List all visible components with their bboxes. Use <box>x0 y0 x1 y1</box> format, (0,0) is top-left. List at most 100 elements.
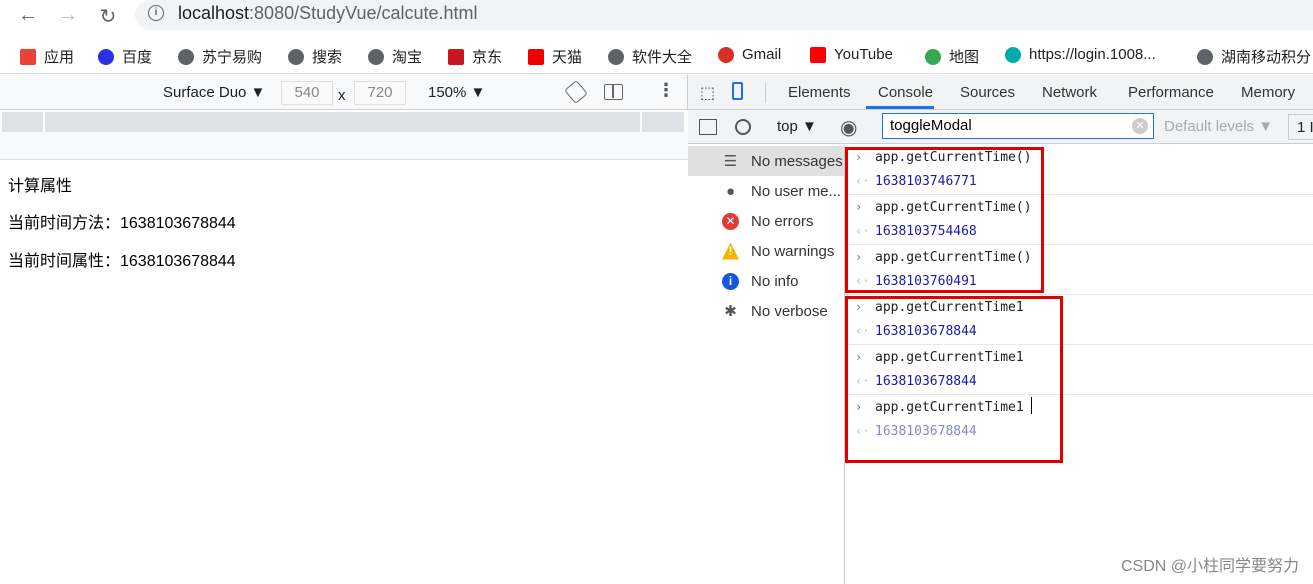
sidebar-item-no-errors[interactable]: ✕ No errors <box>688 206 844 236</box>
console-sidebar: ☰ No messages ● No user me... ✕ No errors! No … <box>688 145 845 584</box>
info-icon[interactable]: i <box>148 5 164 21</box>
viewport-ruler <box>0 132 688 160</box>
back-icon[interactable]: ← <box>16 4 40 27</box>
device-select[interactable]: Surface Duo ▼ <box>163 84 265 101</box>
highlight-box-method <box>845 147 1044 293</box>
bookmark-item[interactable]: 淘宝 <box>368 46 422 67</box>
tab-memory[interactable]: Memory <box>1241 84 1295 101</box>
bookmark-label: 地图 <box>949 49 980 66</box>
bookmark-item[interactable]: 地图 <box>925 46 979 67</box>
highlight-box-property <box>845 296 1063 463</box>
globe-icon <box>608 48 624 65</box>
globe-icon <box>178 48 194 65</box>
gmail-icon <box>718 46 734 63</box>
tmall-icon <box>528 48 544 65</box>
clear-filter-icon[interactable]: ✕ <box>1132 118 1148 134</box>
inspect-icon[interactable]: ⬚ <box>700 83 715 103</box>
bookmark-item[interactable]: https://login.1008... <box>1005 46 1156 63</box>
bookmark-item[interactable]: 应用 <box>20 46 74 67</box>
eye-icon[interactable]: ◉ <box>840 115 857 140</box>
bookmark-label: YouTube <box>834 46 893 63</box>
width-input[interactable]: 540 <box>281 81 333 105</box>
issues-button[interactable]: 1 I <box>1288 114 1313 140</box>
url-text[interactable]: localhost:8080/StudyVue/calcute.html <box>178 3 478 24</box>
context-select[interactable]: top ▼ <box>777 118 817 135</box>
zoom-select[interactable]: 150% ▼ <box>428 84 485 101</box>
sidebar-item-no-user-me-[interactable]: ● No user me... <box>688 176 844 206</box>
bookmark-label: 百度 <box>122 49 153 66</box>
list-icon: ☰ <box>723 152 738 170</box>
clear-console-icon[interactable] <box>735 119 751 135</box>
bookmark-item[interactable]: 百度 <box>98 46 152 67</box>
bookmark-label: 淘宝 <box>392 49 423 66</box>
dimension-separator: x <box>338 87 346 104</box>
sidebar-item-no-warnings[interactable]: ! No warnings <box>688 236 844 266</box>
active-tab-indicator <box>866 106 934 109</box>
globe-icon <box>1197 48 1213 65</box>
sidebar-item-no-info[interactable]: i No info <box>688 266 844 296</box>
sidebar-item-label: No warnings <box>751 242 835 260</box>
sidebar-item-label: No errors <box>751 212 814 230</box>
row-separator <box>845 294 1313 295</box>
reload-icon[interactable]: ↻ <box>96 4 120 29</box>
bookmark-item[interactable]: 天猫 <box>528 46 582 67</box>
devtools-tabs: ⬚ Elements Console Sources Network Performan… <box>688 75 1313 110</box>
bookmark-label: 软件大全 <box>632 49 693 66</box>
page-heading: 计算属性 <box>8 178 73 195</box>
globe-icon <box>288 48 304 65</box>
youtube-icon <box>810 46 826 63</box>
bookmark-item[interactable]: YouTube <box>810 46 893 63</box>
bookmark-item[interactable]: Gmail <box>718 46 781 63</box>
console-filter-input[interactable]: toggleModal <box>882 113 1154 139</box>
more-options-icon[interactable]: ⋮ <box>657 80 675 101</box>
sidebar-item-no-verbose[interactable]: ✱ No verbose <box>688 296 844 326</box>
user-icon: ● <box>725 182 736 200</box>
forward-icon[interactable]: → <box>56 4 80 27</box>
warning-icon: ! <box>722 242 739 260</box>
browser-toolbar: ← → ↻ i localhost:8080/StudyVue/calcute.… <box>0 0 1313 36</box>
jd-icon <box>448 48 464 65</box>
bookmark-item[interactable]: 京东 <box>448 46 502 67</box>
bookmark-item[interactable]: 软件大全 <box>608 46 692 67</box>
maps-icon <box>925 48 941 65</box>
tab-console[interactable]: Console <box>878 84 933 101</box>
baidu-icon <box>98 48 114 65</box>
rotate-icon[interactable] <box>564 79 588 105</box>
tab-elements[interactable]: Elements <box>788 84 851 101</box>
bookmark-label: 苏宁易购 <box>202 49 263 66</box>
bookmark-label: https://login.1008... <box>1029 46 1156 63</box>
device-mode-icon[interactable] <box>732 82 743 100</box>
sidebar-toggle-icon[interactable] <box>699 119 717 135</box>
globe-icon <box>1005 46 1021 63</box>
property-time: 当前时间属性：1638103678844 <box>8 253 236 270</box>
apps-icon <box>20 48 36 65</box>
bookmarks-bar: 应用 百度 苏宁易购 搜索 淘宝 京东 天猫 软件大全 Gmail YouTube 地图 https:… <box>0 38 1313 74</box>
url-host: localhost <box>178 3 250 23</box>
info-icon: i <box>722 272 739 290</box>
bookmark-item[interactable]: 苏宁易购 <box>178 46 262 67</box>
bookmark-item[interactable]: 湖南移动积分 <box>1197 46 1311 67</box>
media-query-bar[interactable] <box>2 112 684 132</box>
bookmark-item[interactable]: 搜索 <box>288 46 342 67</box>
method-time: 当前时间方法：1638103678844 <box>8 215 236 232</box>
dual-screen-icon[interactable] <box>604 84 623 100</box>
page-viewport: 计算属性 当前时间方法：1638103678844 当前时间属性：1638103… <box>0 160 688 584</box>
sidebar-item-label: No info <box>751 272 799 290</box>
bookmark-label: 应用 <box>44 49 75 66</box>
tab-network[interactable]: Network <box>1042 84 1097 101</box>
watermark: CSDN @小柱同学要努力 <box>1120 558 1299 575</box>
bug-icon: ✱ <box>724 302 737 320</box>
device-toolbar: Surface Duo ▼ 540 x 720 150% ▼ ⋮ <box>0 75 688 110</box>
tab-sources[interactable]: Sources <box>960 84 1015 101</box>
sidebar-item-no-messages[interactable]: ☰ No messages <box>688 146 844 176</box>
bookmark-label: 天猫 <box>552 49 583 66</box>
error-icon: ✕ <box>722 212 739 230</box>
text-cursor <box>1031 397 1032 414</box>
sidebar-item-label: No user me... <box>751 182 842 200</box>
sidebar-item-label: No messages <box>751 152 843 170</box>
bookmark-label: Gmail <box>742 46 782 63</box>
levels-select[interactable]: Default levels ▼ <box>1164 118 1273 135</box>
height-input[interactable]: 720 <box>354 81 406 105</box>
tab-performance[interactable]: Performance <box>1128 84 1214 101</box>
sidebar-item-label: No verbose <box>751 302 828 320</box>
